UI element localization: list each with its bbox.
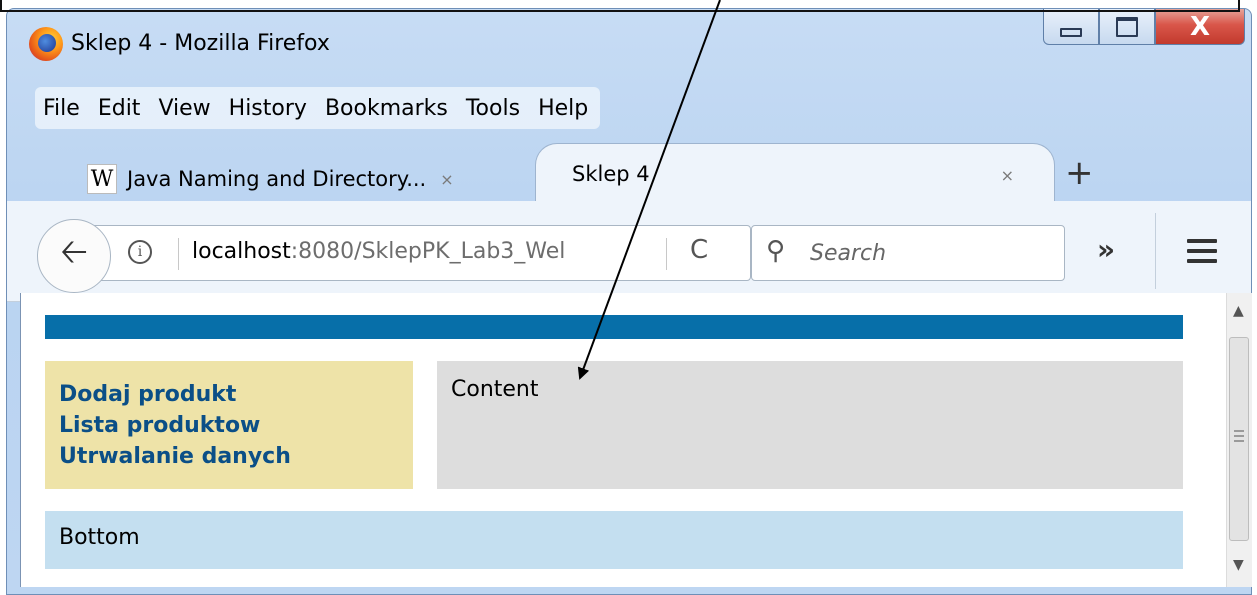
close-window-button[interactable]: X xyxy=(1155,9,1245,45)
menu-file[interactable]: File xyxy=(43,96,80,121)
back-arrow-icon: 🡠 xyxy=(60,231,88,272)
url-text[interactable]: localhost:8080/SklepPK_Lab3_Wel xyxy=(192,239,662,264)
back-button[interactable]: 🡠 xyxy=(37,219,111,293)
scroll-up-icon[interactable]: ▲ xyxy=(1233,303,1244,319)
link-dodaj-produkt[interactable]: Dodaj produkt xyxy=(59,379,399,410)
scroll-down-icon[interactable]: ▼ xyxy=(1233,557,1244,573)
scroll-grip-icon xyxy=(1234,430,1244,445)
page-banner xyxy=(45,315,1183,339)
menu-view[interactable]: View xyxy=(158,96,210,121)
maximize-icon xyxy=(1116,16,1138,37)
url-path: :8080/SklepPK_Lab3_Wel xyxy=(290,239,566,264)
side-menu: Dodaj produkt Lista produktow Utrwalanie… xyxy=(45,361,413,489)
search-input[interactable]: ⚲ Search xyxy=(751,225,1065,281)
tab-label: Sklep 4 xyxy=(572,162,650,186)
hamburger-menu-icon[interactable] xyxy=(1187,239,1217,269)
search-icon: ⚲ xyxy=(766,236,786,266)
menu-tools[interactable]: Tools xyxy=(466,96,520,121)
wikipedia-icon: W xyxy=(87,164,117,194)
page-content: Dodaj produkt Lista produktow Utrwalanie… xyxy=(20,293,1226,587)
window-title: Sklep 4 - Mozilla Firefox xyxy=(71,31,330,56)
vertical-scrollbar[interactable]: ▲ ▼ xyxy=(1226,293,1252,587)
menu-bar: File Edit View History Bookmarks Tools H… xyxy=(35,87,601,129)
link-lista-produktow[interactable]: Lista produktow xyxy=(59,410,399,441)
maximize-button[interactable] xyxy=(1099,9,1155,45)
bottom-panel: Bottom xyxy=(45,511,1183,569)
url-divider xyxy=(666,238,667,270)
tab-java-naming[interactable]: W Java Naming and Directory... × xyxy=(79,157,539,201)
menu-help[interactable]: Help xyxy=(538,96,588,121)
firefox-logo-icon xyxy=(29,27,63,61)
tab-strip: W Java Naming and Directory... × Sklep 4… xyxy=(7,131,1251,201)
window-controls: X xyxy=(1043,9,1245,49)
close-icon: X xyxy=(1189,11,1211,42)
url-bar[interactable]: i localhost:8080/SklepPK_Lab3_Wel C xyxy=(91,225,751,281)
toolbar-divider xyxy=(1155,213,1156,289)
menu-history[interactable]: History xyxy=(229,96,307,121)
title-bar[interactable]: Sklep 4 - Mozilla Firefox X xyxy=(7,9,1251,79)
scroll-thumb[interactable] xyxy=(1229,337,1249,541)
url-host: localhost xyxy=(192,239,291,264)
menu-edit[interactable]: Edit xyxy=(98,96,141,121)
info-icon[interactable]: i xyxy=(128,240,152,264)
overlay-bracket xyxy=(0,0,1240,12)
overflow-chevron-icon[interactable]: » xyxy=(1097,233,1115,266)
tab-label: Java Naming and Directory... xyxy=(127,167,427,191)
new-tab-button[interactable]: + xyxy=(1065,153,1094,193)
tab-close-icon[interactable]: × xyxy=(1001,166,1014,185)
content-panel: Content xyxy=(437,361,1183,489)
minimize-button[interactable] xyxy=(1043,9,1099,45)
minimize-icon xyxy=(1060,28,1082,37)
tab-close-icon[interactable]: × xyxy=(440,170,453,189)
reload-icon[interactable]: C xyxy=(690,235,708,265)
navigation-toolbar: i localhost:8080/SklepPK_Lab3_Wel C 🡠 ⚲ … xyxy=(7,201,1251,302)
menu-bookmarks[interactable]: Bookmarks xyxy=(325,96,448,121)
search-placeholder: Search xyxy=(810,241,887,266)
url-divider xyxy=(178,238,179,270)
tab-sklep-4[interactable]: Sklep 4 × xyxy=(535,143,1055,201)
link-utrwalanie-danych[interactable]: Utrwalanie danych xyxy=(59,441,399,472)
